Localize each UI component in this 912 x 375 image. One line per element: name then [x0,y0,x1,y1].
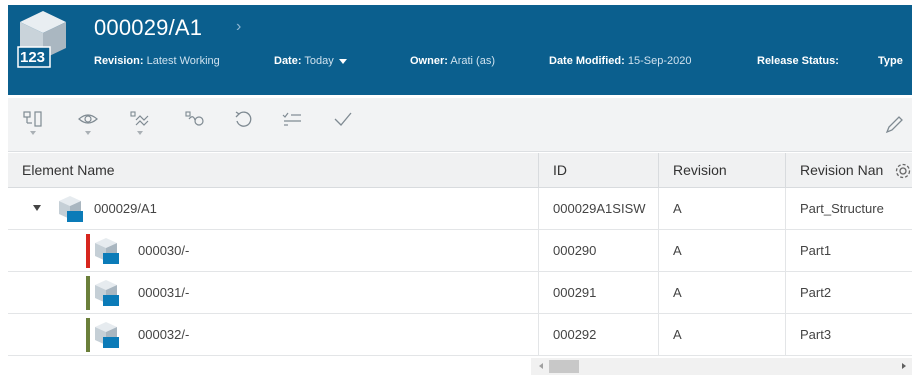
meta-release-status: Release Status: [757,55,839,67]
id-cell: 000291 [539,272,659,314]
part-cube-icon [95,238,119,264]
revision-name-cell: Part3 [800,327,832,342]
scroll-thumb[interactable] [549,360,579,373]
column-header-revision[interactable]: Revision [659,153,786,188]
part-cube-icon [95,280,119,306]
undo-button[interactable] [232,110,254,138]
column-header-element-name[interactable]: Element Name [8,153,539,188]
compare-icon [130,111,149,126]
meta-date-modified: Date Modified: 15-Sep-2020 [549,55,692,67]
chevron-down-icon[interactable] [338,58,347,64]
element-name-cell: 000030/- [8,230,539,272]
structure-button[interactable] [22,110,44,138]
undo-icon [235,111,252,127]
revision-cell: A [659,230,786,272]
table-row[interactable]: 000029/A1 000029A1SISW A Part_Structure [8,188,912,230]
structure-table: Element Name ID Revision Revision Nan 00… [8,153,912,358]
element-name: 000031/- [138,285,190,300]
meta-type: Type [878,55,903,67]
meta-owner: Owner: Arati (as) [410,55,495,67]
id-cell: 000029A1SISW [539,188,659,230]
check-button[interactable] [332,110,354,138]
checklist-icon [282,112,301,126]
status-indicator [86,276,90,310]
element-name-cell: 000031/- [8,272,539,314]
id-cell: 000292 [539,314,659,356]
revision-name-cell: Part1 [800,243,832,258]
revision-name-cell: Part_Structure [800,201,884,216]
element-name-cell: 000032/- [8,314,539,356]
element-name: 000032/- [138,327,190,342]
part-cube-icon [59,196,83,222]
expand-caret-icon[interactable] [33,205,41,211]
revision-name-cell: Part2 [800,285,832,300]
horizontal-scrollbar[interactable] [531,358,912,375]
id-cell: 000290 [539,230,659,272]
revision-cell: A [659,314,786,356]
object-title: 000029/A1 [94,15,203,40]
link-icon [185,111,204,126]
view-button[interactable] [77,110,99,138]
link-button[interactable] [184,110,206,138]
meta-revision: Revision: Latest Working [94,55,220,67]
compare-button[interactable] [129,110,151,138]
table-row[interactable]: 000031/- 000291 A Part2 [8,272,912,314]
revision-cell: A [659,272,786,314]
toolbar [8,98,912,152]
element-name: 000029/A1 [94,201,157,216]
icon-badge-text: 123 [20,49,46,66]
meta-date[interactable]: Date: Today [274,55,347,67]
table-row[interactable]: 000032/- 000292 A Part3 [8,314,912,356]
table-row[interactable]: 000030/- 000290 A Part1 [8,230,912,272]
status-indicator [86,318,90,352]
part-cube-icon [95,322,119,348]
gear-icon[interactable] [894,162,912,180]
table-header: Element Name ID Revision Revision Nan [8,153,912,188]
checklist-button[interactable] [281,110,303,138]
revision-cell: A [659,188,786,230]
structure-icon [23,111,42,127]
element-name-cell: 000029/A1 [8,188,539,230]
eye-icon [78,114,98,124]
status-indicator [86,234,90,268]
scroll-left-arrow-icon[interactable] [539,363,543,369]
pencil-icon[interactable] [884,115,904,135]
object-header: 123 000029/A1 › Revision: Latest Working… [8,5,912,95]
chevron-right-icon[interactable]: › [236,18,241,36]
check-icon [334,112,352,126]
element-name: 000030/- [138,243,190,258]
scroll-right-arrow-icon[interactable] [902,363,906,369]
column-header-id[interactable]: ID [539,153,659,188]
